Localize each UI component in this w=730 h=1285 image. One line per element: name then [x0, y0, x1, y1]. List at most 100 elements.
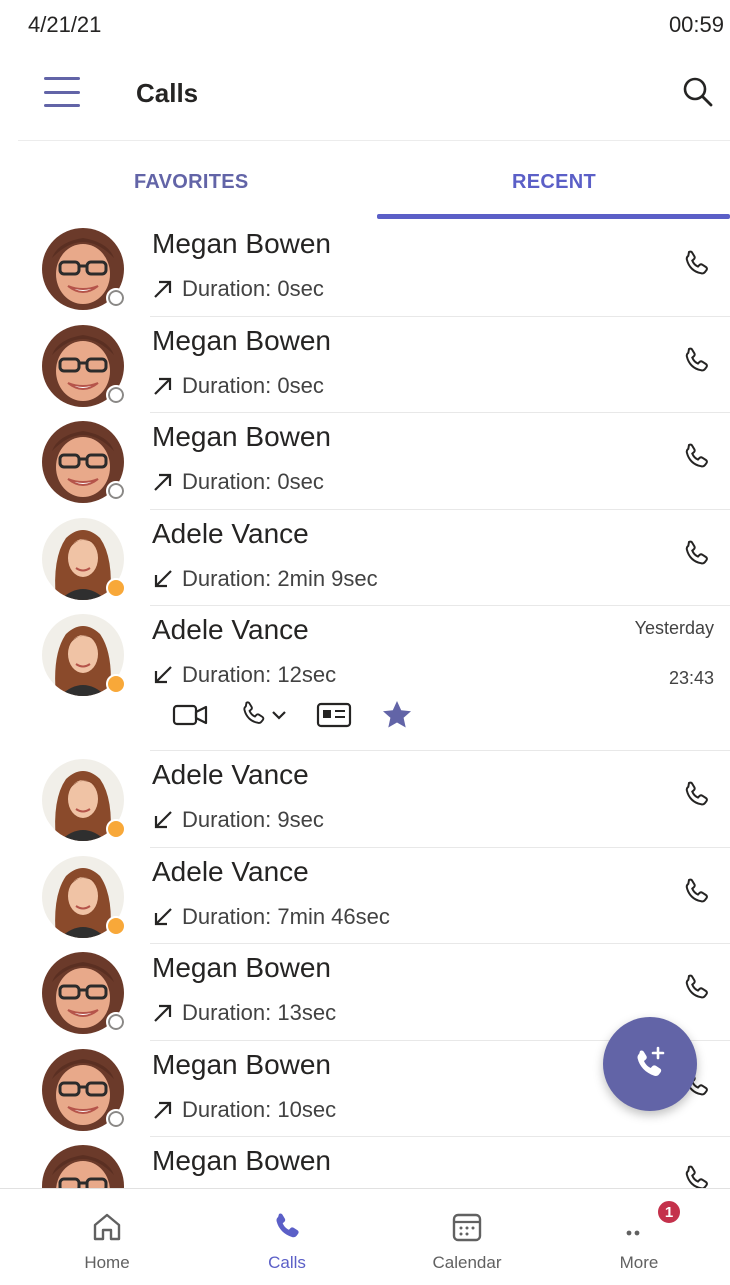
call-detail: Duration: 0sec	[152, 469, 324, 495]
app-header: Calls	[18, 50, 730, 138]
caller-name: Megan Bowen	[152, 324, 332, 356]
call-duration: Duration: 12sec	[182, 662, 337, 687]
chevron-down-icon	[272, 711, 286, 720]
presence-status-icon	[106, 1012, 126, 1032]
call-row[interactable]: Megan Bowen Duration: 0sec	[0, 220, 730, 317]
incoming-arrow-icon	[154, 569, 172, 587]
calls-tabs: FAVORITES RECENT	[18, 140, 730, 220]
status-time: 00:59	[668, 12, 724, 37]
tab-recent[interactable]: RECENT	[512, 171, 596, 194]
avatar-megan-image	[42, 1145, 124, 1188]
nav-more[interactable]: 1 More	[548, 1189, 730, 1285]
hamburger-menu-icon[interactable]	[44, 77, 80, 107]
calendar-icon	[452, 1213, 482, 1242]
search-icon[interactable]	[680, 74, 716, 110]
presence-status-icon	[106, 577, 126, 598]
contact-card-icon[interactable]	[316, 700, 352, 730]
home-icon	[93, 1213, 121, 1241]
avatar[interactable]	[42, 759, 126, 841]
caller-name: Megan Bowen	[152, 421, 332, 452]
outgoing-arrow-icon	[154, 1101, 172, 1119]
caller-name: Adele Vance	[152, 517, 309, 549]
call-back-button[interactable]	[680, 345, 714, 379]
call-back-button[interactable]	[680, 441, 714, 475]
caller-name: Megan Bowen	[152, 1048, 332, 1080]
call-back-button[interactable]	[680, 538, 714, 572]
video-call-icon[interactable]	[172, 700, 210, 730]
call-row[interactable]: Megan Bowen Duration: 0sec	[0, 317, 730, 413]
call-duration: Duration: 2min 9sec	[182, 565, 378, 591]
presence-status-icon	[106, 674, 126, 694]
status-bar: 4/21/21 00:59	[0, 0, 730, 50]
outgoing-arrow-icon	[154, 377, 172, 395]
call-row[interactable]: Megan Bowen	[0, 1137, 730, 1188]
status-date: 4/21/21	[28, 12, 102, 37]
avatar[interactable]	[42, 855, 126, 938]
nav-calendar[interactable]: Calendar	[376, 1189, 558, 1285]
nav-calendar-label: Calendar	[432, 1253, 502, 1272]
active-tab-indicator	[377, 214, 730, 219]
nav-home-label: Home	[84, 1253, 130, 1272]
caller-name: Adele Vance	[152, 855, 309, 887]
call-duration: Duration: 9sec	[182, 807, 324, 832]
call-row[interactable]: Megan Bowen Duration: 0sec	[0, 413, 730, 510]
call-back-button[interactable]	[680, 779, 714, 813]
call-row[interactable]: Adele Vance Duration: 9sec	[0, 751, 730, 848]
avatar[interactable]	[42, 228, 126, 310]
caller-name: Adele Vance	[152, 759, 309, 790]
avatar[interactable]	[42, 614, 126, 696]
favorite-star-icon[interactable]	[380, 698, 414, 732]
nav-calls[interactable]: Calls	[196, 1189, 378, 1285]
call-detail: Duration: 10sec	[152, 1097, 336, 1123]
nav-more-label: More	[619, 1253, 659, 1272]
presence-status-icon	[106, 915, 126, 936]
call-detail: Duration: 0sec	[152, 373, 324, 399]
avatar[interactable]	[42, 517, 126, 600]
presence-status-icon	[106, 819, 126, 839]
more-badge: 1	[656, 1199, 682, 1225]
call-time: 23:43	[668, 668, 714, 688]
call-detail: Duration: 7min 46sec	[152, 904, 390, 930]
call-back-button[interactable]	[680, 248, 714, 282]
avatar[interactable]	[42, 952, 126, 1034]
caller-name: Adele Vance	[152, 614, 309, 645]
avatar[interactable]	[42, 324, 126, 407]
caller-name: Megan Bowen	[152, 228, 332, 259]
new-call-button[interactable]	[603, 1017, 697, 1111]
call-back-button[interactable]	[680, 1163, 714, 1188]
call-detail: Duration: 0sec	[152, 276, 324, 302]
presence-status-icon	[106, 481, 126, 501]
presence-status-icon	[106, 1108, 126, 1129]
call-actions	[172, 698, 414, 732]
call-detail: Duration: 13sec	[152, 1000, 336, 1026]
call-duration: Duration: 0sec	[182, 372, 324, 398]
tab-favorites[interactable]: FAVORITES	[134, 171, 249, 194]
nav-calls-label: Calls	[268, 1253, 306, 1272]
avatar[interactable]	[42, 1048, 126, 1131]
more-icon	[626, 1230, 640, 1236]
call-duration: Duration: 7min 46sec	[182, 903, 390, 929]
call-duration: Duration: 13sec	[182, 1000, 337, 1025]
presence-status-icon	[106, 288, 126, 308]
outgoing-arrow-icon	[154, 473, 172, 491]
call-duration: Duration: 10sec	[182, 1096, 337, 1122]
call-row[interactable]: Adele Vance Duration: 12sec Yesterday 23:43	[0, 606, 730, 751]
call-detail: Duration: 9sec	[152, 807, 324, 833]
phone-icon	[276, 1213, 299, 1238]
call-duration: Duration: 0sec	[182, 276, 324, 301]
nav-home[interactable]: Home	[16, 1189, 198, 1285]
call-back-button[interactable]	[680, 876, 714, 910]
call-back-button[interactable]	[680, 972, 714, 1006]
incoming-arrow-icon	[154, 666, 172, 684]
avatar[interactable]	[42, 1145, 124, 1188]
outgoing-arrow-icon	[154, 280, 172, 298]
incoming-arrow-icon	[154, 811, 172, 829]
audio-call-dropdown-button[interactable]	[238, 699, 288, 731]
call-date: Yesterday	[634, 618, 714, 638]
avatar[interactable]	[42, 421, 126, 503]
caller-name: Megan Bowen	[152, 952, 332, 983]
call-row[interactable]: Adele Vance Duration: 7min 46sec	[0, 848, 730, 944]
call-row[interactable]: Adele Vance Duration: 2min 9sec	[0, 510, 730, 606]
bottom-navigation: Home Calls Calendar 1 More	[0, 1188, 730, 1285]
call-detail: Duration: 12sec	[152, 662, 336, 688]
